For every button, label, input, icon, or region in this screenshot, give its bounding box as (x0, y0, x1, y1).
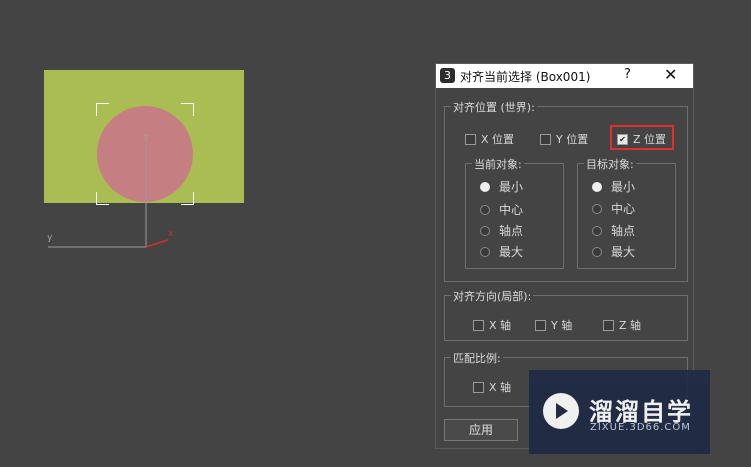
x-position-checkbox[interactable]: X 位置 (465, 131, 515, 146)
z-position-highlight (610, 125, 674, 150)
target-pivot-radio[interactable]: 轴点 (592, 222, 636, 238)
target-center-radio[interactable]: 中心 (592, 200, 636, 216)
target-pivot-label: 轴点 (611, 224, 636, 238)
target-min-label: 最小 (611, 180, 636, 194)
target-max-radio[interactable]: 最大 (592, 243, 636, 259)
current-pivot-label: 轴点 (499, 224, 524, 238)
target-min-radio[interactable]: 最小 (592, 178, 636, 194)
current-object-group: 当前对象: 最小 中心 轴点 最大 (465, 156, 564, 269)
current-object-label: 当前对象: (472, 156, 524, 172)
close-button[interactable]: ✕ (664, 65, 677, 84)
current-max-radio[interactable]: 最大 (480, 243, 524, 259)
checkbox-box (540, 133, 551, 145)
gizmo-z-label: z (143, 133, 149, 143)
3ds-max-icon: 3 (440, 68, 455, 83)
gizmo-x-label: x (168, 229, 174, 239)
match-scale-label: 匹配比例: (451, 350, 503, 366)
apply-button[interactable]: 应用 (444, 419, 518, 441)
current-pivot-radio[interactable]: 轴点 (480, 222, 524, 238)
z-axis-orientation-label: Z 轴 (619, 319, 642, 332)
target-center-label: 中心 (611, 202, 636, 216)
x-axis-orientation-checkbox[interactable]: X 轴 (473, 317, 512, 332)
dialog-titlebar[interactable]: 3 对齐当前选择 (Box001) ? ✕ (436, 64, 693, 88)
current-min-label: 最小 (499, 180, 524, 194)
align-position-label: 对齐位置 (世界): (451, 99, 537, 115)
x-axis-scale-label: X 轴 (489, 381, 512, 394)
watermark-url: ZIXUE.3D66.COM (590, 422, 691, 433)
y-axis-orientation-checkbox[interactable]: Y 轴 (535, 317, 573, 332)
radio-dot (480, 225, 490, 236)
current-center-radio[interactable]: 中心 (480, 201, 524, 217)
gizmo-y-label: y (47, 233, 53, 243)
radio-dot (480, 204, 490, 215)
checkbox-box (473, 319, 484, 331)
z-axis-orientation-checkbox[interactable]: Z 轴 (603, 317, 642, 332)
current-center-label: 中心 (499, 203, 524, 217)
x-axis-scale-checkbox[interactable]: X 轴 (473, 379, 512, 394)
y-position-checkbox[interactable]: Y 位置 (540, 131, 589, 146)
radio-dot (592, 203, 602, 214)
y-axis-orientation-label: Y 轴 (551, 319, 573, 332)
current-min-radio[interactable]: 最小 (480, 178, 524, 194)
align-orientation-label: 对齐方向(局部): (451, 288, 534, 304)
play-triangle-icon (556, 403, 568, 419)
align-orientation-group: 对齐方向(局部): X 轴 Y 轴 Z 轴 (444, 288, 688, 341)
help-button[interactable]: ? (624, 67, 631, 82)
target-object-label: 目标对象: (584, 156, 636, 172)
gizmo-x-axis[interactable] (145, 239, 169, 248)
watermark: 溜溜自学 ZIXUE.3D66.COM (529, 370, 710, 454)
dialog-title: 对齐当前选择 (Box001) (460, 70, 591, 84)
y-position-label: Y 位置 (556, 133, 589, 146)
checkbox-box (603, 319, 614, 331)
radio-dot (592, 225, 602, 236)
x-position-label: X 位置 (481, 133, 515, 146)
x-axis-orientation-label: X 轴 (489, 319, 512, 332)
radio-dot (592, 181, 602, 192)
play-logo-icon (543, 393, 579, 429)
radio-dot (480, 246, 490, 257)
target-object-group: 目标对象: 最小 中心 轴点 最大 (577, 156, 676, 269)
checkbox-box (473, 381, 484, 393)
radio-dot (592, 246, 602, 257)
radio-dot (480, 181, 490, 192)
checkbox-box (465, 133, 476, 145)
checkbox-box (535, 319, 546, 331)
target-max-label: 最大 (611, 245, 636, 259)
current-max-label: 最大 (499, 245, 524, 259)
